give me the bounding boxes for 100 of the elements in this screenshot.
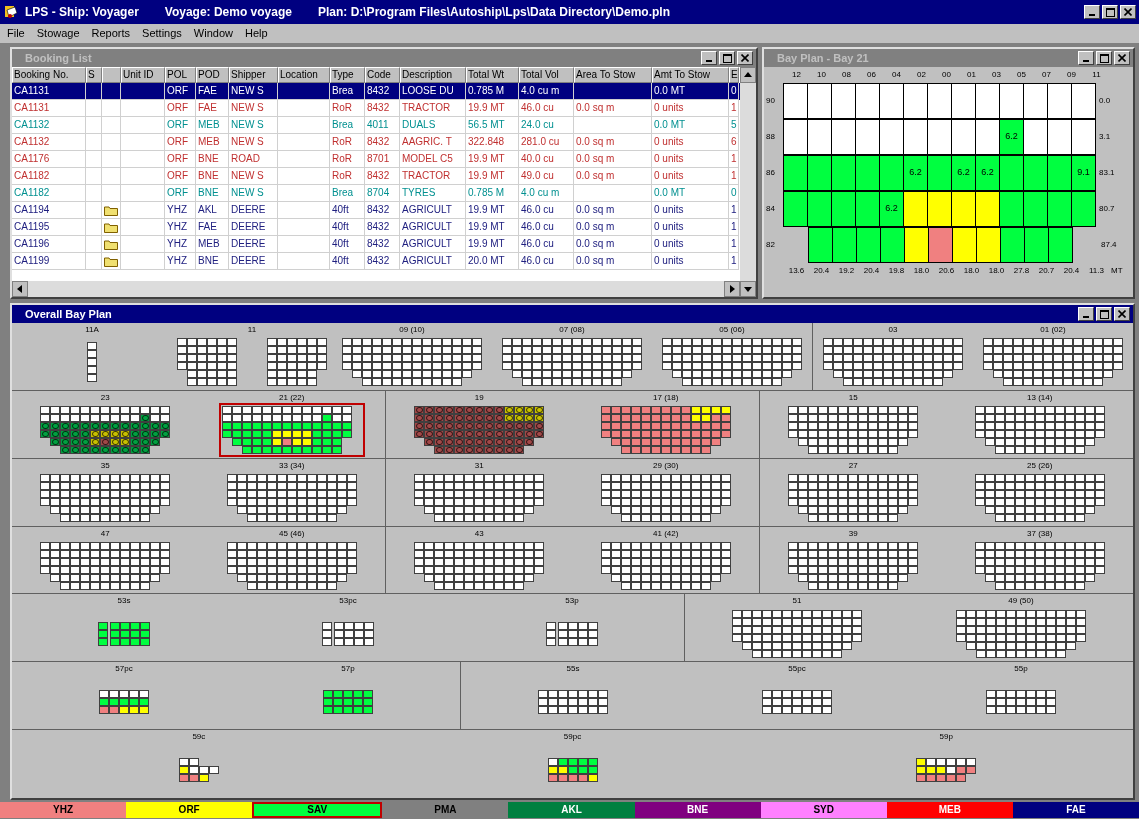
table-cell-text: 0.0 sq m <box>576 220 615 234</box>
column-header[interactable]: S <box>86 67 102 83</box>
window-title: Overall Bay Plan <box>24 306 112 322</box>
table-cell-text: RoR <box>332 135 352 149</box>
table-cell-text: 8432 <box>367 169 390 183</box>
row-label: 88 <box>766 132 775 141</box>
column-weight: 19.8 <box>888 266 905 275</box>
table-row[interactable]: CA1199 YHZ BNE DEERE 40ft 8432 AGRICULT 20.0 MT 46.0 cu 0.0 sq m 0 units 1 <box>12 253 740 270</box>
table-cell-text: Brea <box>332 84 354 98</box>
column-weight: 19.2 <box>838 266 855 275</box>
column-header[interactable]: POL <box>165 67 196 83</box>
window-title: Booking List <box>24 50 92 66</box>
table-cell-text: 8432 <box>367 220 390 234</box>
row-weight: 87.4 <box>1101 240 1117 249</box>
menu-item[interactable]: Stowage <box>31 25 85 42</box>
bay-label: 11 <box>247 325 257 335</box>
column-header[interactable]: Code <box>365 67 400 83</box>
port-legend-item[interactable]: YHZ <box>0 802 127 818</box>
app-title: Voyage: Demo voyage <box>164 4 292 21</box>
table-cell-text: 40ft <box>332 220 349 234</box>
table-row[interactable]: CA1182 ORF BNE NEW S RoR 8432 TRACTOR 19.9 MT 49.0 cu 0.0 sq m 0 units 1 <box>12 168 740 185</box>
table-cell-text: 0 units <box>654 135 684 149</box>
table-cell-text: FAE <box>198 220 217 234</box>
column-header[interactable]: Description <box>400 67 466 83</box>
table-cell-text: Brea <box>332 118 354 132</box>
port-legend-item[interactable]: SAV <box>252 802 383 818</box>
slot-cell[interactable]: 9.1 <box>1071 154 1096 191</box>
table-row[interactable]: CA1131 ORF FAE NEW S Brea 8432 LOOSE DU 0.785 M 4.0 cu m 0.0 MT 0 <box>12 83 740 100</box>
bay-label: 37 (38) <box>1027 528 1053 539</box>
table-cell-text: 56.5 MT <box>468 118 505 132</box>
port-legend-item[interactable]: BNE <box>634 802 761 818</box>
port-legend-item[interactable]: FAE <box>1012 802 1139 818</box>
column-header[interactable]: Type <box>330 67 365 83</box>
bay-label: 59c <box>192 732 206 743</box>
column-header[interactable]: Unit ID <box>121 67 165 83</box>
table-cell-text: DEERE <box>231 254 266 268</box>
table-row[interactable]: CA1132 ORF MEB NEW S Brea 4011 DUALS 56.5 MT 24.0 cu 0.0 MT 5 <box>12 117 740 134</box>
port-legend-item[interactable]: ORF <box>126 802 253 818</box>
table-cell-text: 4.0 cu m <box>521 84 560 98</box>
table-cell-text: 8704 <box>367 186 390 200</box>
table-cell-text: 0.0 MT <box>654 118 686 132</box>
column-header[interactable]: Total Wt <box>466 67 519 83</box>
row-label: 90 <box>766 96 775 105</box>
port-legend-item[interactable]: AKL <box>508 802 635 818</box>
bay-label: 05 (06) <box>719 325 745 335</box>
table-cell-text: 6 <box>731 135 737 149</box>
table-cell-text: CA1132 <box>14 118 50 132</box>
menu-item[interactable]: File <box>2 25 30 42</box>
row-label: 82 <box>766 240 775 249</box>
port-legend-item[interactable]: SYD <box>760 802 887 818</box>
bay-label: 13 (14) <box>1027 392 1053 403</box>
table-cell-text: NEW S <box>231 169 264 183</box>
table-cell-text: CA1182 <box>14 169 50 183</box>
column-label: 00 <box>942 70 951 79</box>
table-cell-text: CA1176 <box>14 152 50 166</box>
table-row[interactable]: CA1182 ORF BNE NEW S Brea 8704 TYRES 0.785 M 4.0 cu m 0.0 MT 0 <box>12 185 740 202</box>
table-row[interactable]: CA1194 YHZ AKL DEERE 40ft 8432 AGRICULT 19.9 MT 46.0 cu 0.0 sq m 0 units 1 <box>12 202 740 219</box>
table-row[interactable]: CA1132 ORF MEB NEW S RoR 8432 AAGRIC. T 322.848 281.0 cu 0.0 sq m 0 units 6 <box>12 134 740 151</box>
row-weight: 80.7 <box>1099 204 1115 213</box>
column-header[interactable]: Area To Stow <box>574 67 652 83</box>
table-cell-text: CA1131 <box>14 84 50 98</box>
table-cell-text: 46.0 cu <box>521 254 554 268</box>
column-header[interactable]: POD <box>196 67 229 83</box>
menu-item[interactable]: Window <box>188 25 238 42</box>
table-cell-text: 40.0 cu <box>521 152 554 166</box>
table-cell-text: ORF <box>167 101 189 115</box>
table-cell-text: 8432 <box>367 135 390 149</box>
table-cell-text: YHZ <box>167 220 187 234</box>
table-cell-text: 0 units <box>654 152 684 166</box>
column-header[interactable]: Location <box>278 67 330 83</box>
table-cell-text: ROAD <box>231 152 260 166</box>
bay-label: 47 <box>100 528 110 539</box>
bay-label: 55pc <box>788 664 806 675</box>
bay-label: 57p <box>341 664 355 675</box>
column-label: 05 <box>1017 70 1026 79</box>
menu-item[interactable]: Settings <box>137 25 187 42</box>
column-header[interactable]: Total Vol <box>519 67 574 83</box>
column-header[interactable]: Booking No. <box>12 67 86 83</box>
bay-label: 55p <box>1014 664 1028 675</box>
column-header[interactable]: Amt To Stow <box>652 67 729 83</box>
table-cell-text: 46.0 cu <box>521 220 554 234</box>
row-weight: 3.1 <box>1099 132 1111 141</box>
table-cell-text: 0.0 sq m <box>576 169 615 183</box>
column-header[interactable]: E <box>729 67 739 83</box>
bay-label: 49 (50) <box>1008 596 1034 607</box>
menu-item[interactable]: Help <box>239 25 273 42</box>
table-row[interactable]: CA1176 ORF BNE ROAD RoR 8701 MODEL C5 19.9 MT 40.0 cu 0.0 sq m 0 units 1 <box>12 151 740 168</box>
column-weight: 18.0 <box>913 266 930 275</box>
table-cell-text: 0 units <box>654 220 684 234</box>
port-legend-item[interactable]: MEB <box>886 802 1013 818</box>
menu-item[interactable]: Reports <box>86 25 136 42</box>
table-row[interactable]: CA1195 YHZ FAE DEERE 40ft 8432 AGRICULT 19.9 MT 46.0 cu 0.0 sq m 0 units 1 <box>12 219 740 236</box>
table-row[interactable]: CA1131 ORF FAE NEW S RoR 8432 TRACTOR 19.9 MT 46.0 cu 0.0 sq m 0 units 1 <box>12 100 740 117</box>
column-header[interactable]: Shipper <box>229 67 278 83</box>
table-row[interactable]: CA1196 YHZ MEB DEERE 40ft 8432 AGRICULT 19.9 MT 46.0 cu 0.0 sq m 0 units 1 <box>12 236 740 253</box>
table-cell-text: DUALS <box>402 118 436 132</box>
table-cell-text: 24.0 cu <box>521 118 554 132</box>
table-cell-text: 0 units <box>654 254 684 268</box>
table-cell-text: 0 units <box>654 203 684 217</box>
table-cell-text: YHZ <box>167 237 187 251</box>
